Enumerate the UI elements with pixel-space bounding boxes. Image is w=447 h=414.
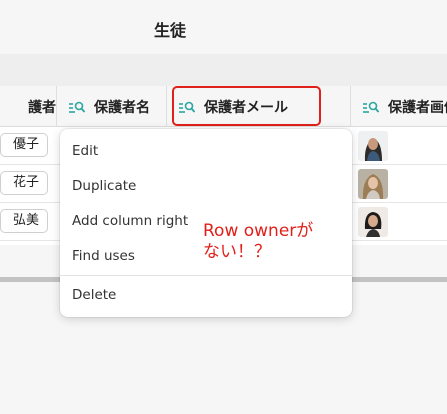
column-header-guardian-image[interactable]: 保護者画像 <box>362 86 447 127</box>
column-divider[interactable] <box>166 86 167 127</box>
search-list-icon <box>363 101 380 113</box>
menu-item-duplicate[interactable]: Duplicate <box>60 169 352 204</box>
column-header-guardian-name[interactable]: 保護者名 <box>68 86 166 127</box>
guardian-name-chip[interactable]: 弘美 <box>0 209 48 233</box>
column-header-guardian[interactable]: 護者 <box>0 86 56 127</box>
menu-divider <box>60 275 352 276</box>
guardian-name-chip[interactable]: 花子 <box>0 171 48 195</box>
column-header-label: 護者 <box>28 99 56 116</box>
guardian-photo-2[interactable] <box>358 169 388 199</box>
guardian-name-chip[interactable]: 優子 <box>0 133 48 157</box>
search-list-icon <box>69 101 86 113</box>
guardian-photo-3[interactable] <box>358 207 388 237</box>
annotation-line: ない！？ <box>203 242 271 262</box>
page-title: 生徒 <box>153 21 186 40</box>
top-bar: 生徒 <box>0 0 447 54</box>
annotation-highlight-box <box>172 86 321 126</box>
column-header-label: 保護者画像 <box>388 99 447 116</box>
annotation-text: Row ownerが ない！？ <box>203 221 313 263</box>
column-header-label: 保護者名 <box>94 99 150 116</box>
annotation-line: Row ownerが <box>203 221 314 241</box>
menu-item-edit[interactable]: Edit <box>60 134 352 169</box>
column-divider[interactable] <box>56 86 57 127</box>
menu-item-delete[interactable]: Delete <box>60 278 352 313</box>
toolbar-gap <box>0 54 447 86</box>
guardian-photo-1[interactable] <box>358 131 388 161</box>
column-divider[interactable] <box>350 86 351 127</box>
